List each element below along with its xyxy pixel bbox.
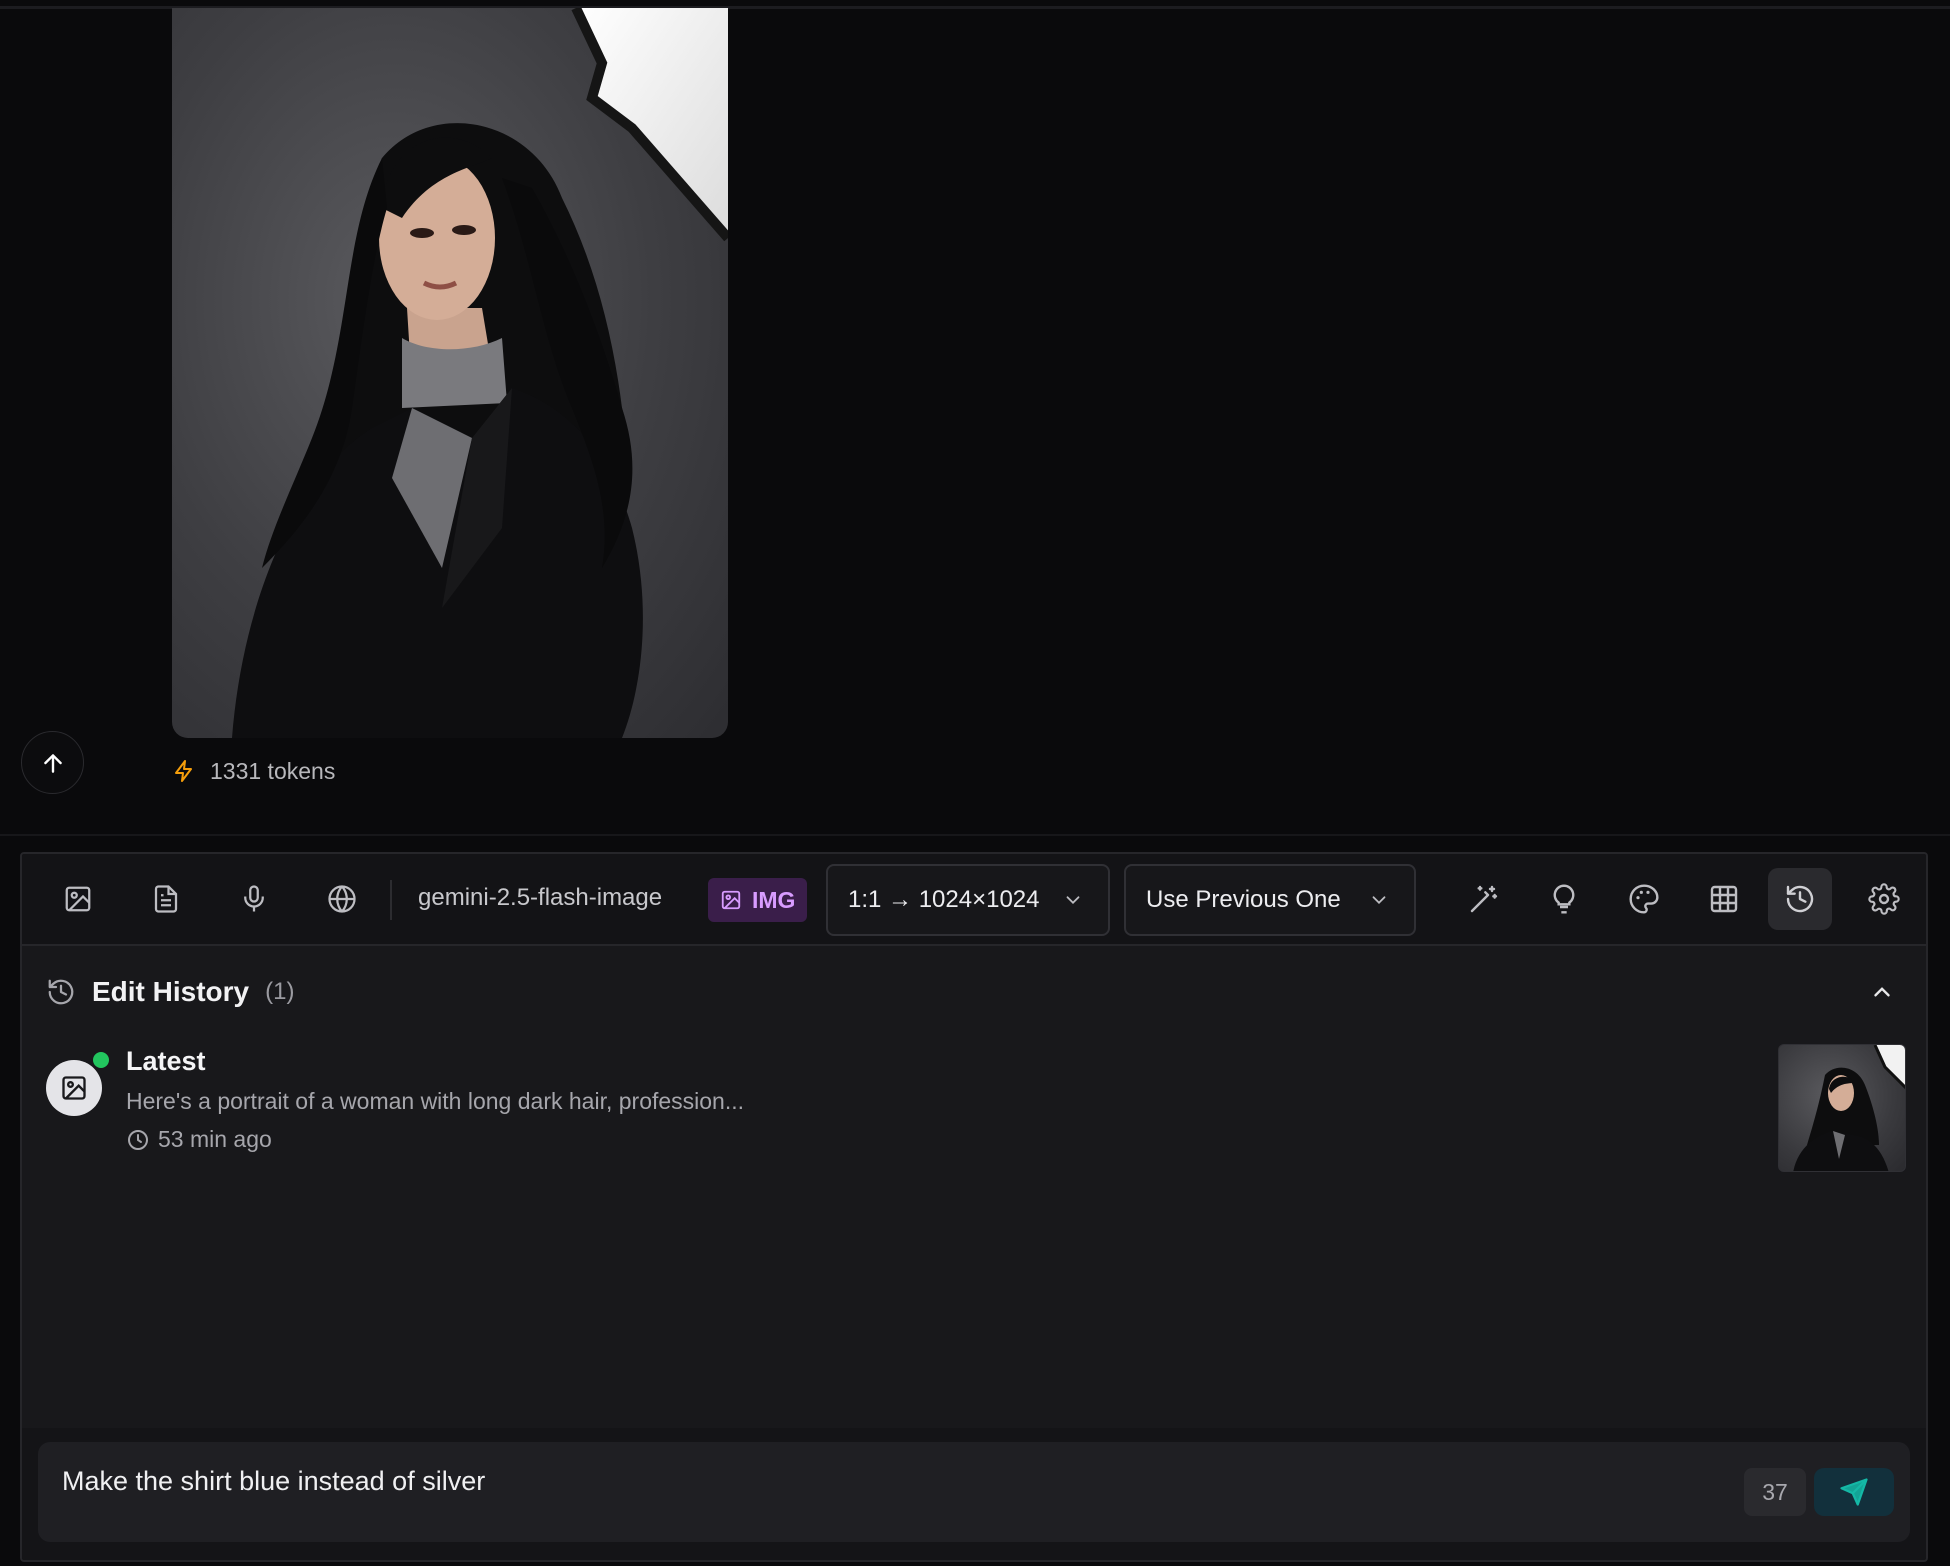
collapse-history-button[interactable] — [1864, 974, 1900, 1010]
style-button[interactable] — [1618, 873, 1670, 925]
aspect-ratio-value: 1:1 → 1024×1024 — [848, 886, 1040, 913]
composer-toolbar: gemini-2.5-flash-image IMG 1:1 → 1024×10… — [22, 854, 1926, 946]
edit-history-button[interactable] — [1768, 868, 1832, 930]
arrow-up-icon — [43, 753, 62, 773]
grid-icon — [1710, 885, 1738, 913]
settings-button[interactable] — [1858, 873, 1910, 925]
prompt-input-text[interactable]: Make the shirt blue instead of silver — [62, 1466, 485, 1497]
attach-image-button[interactable] — [52, 873, 104, 925]
voice-input-button[interactable] — [228, 873, 280, 925]
image-model-badge: IMG — [708, 878, 808, 922]
reference-image-select[interactable]: Use Previous One — [1124, 864, 1416, 936]
palette-icon — [1629, 884, 1659, 914]
token-count: 1331 tokens — [210, 757, 336, 784]
prompt-input-area: Make the shirt blue instead of silver 37 — [22, 1428, 1926, 1560]
history-item-time: 53 min ago — [126, 1126, 272, 1153]
portrait-illustration — [232, 8, 728, 738]
history-item-description: Here's a portrait of a woman with long d… — [126, 1088, 745, 1114]
composer-panel: gemini-2.5-flash-image IMG 1:1 → 1024×10… — [20, 852, 1928, 1562]
history-icon — [1786, 885, 1814, 913]
chevron-down-icon — [1066, 896, 1080, 905]
aspect-ratio-select[interactable]: 1:1 → 1024×1024 — [826, 864, 1110, 936]
history-item-thumbnail[interactable] — [1778, 1044, 1906, 1172]
grid-button[interactable] — [1698, 873, 1750, 925]
image-icon — [62, 1076, 86, 1100]
section-divider — [0, 834, 1950, 836]
character-count: 37 — [1744, 1468, 1806, 1516]
toolbar-separator — [390, 880, 392, 920]
edit-history-header[interactable]: Edit History (1) — [46, 972, 294, 1012]
web-search-button[interactable] — [316, 873, 368, 925]
send-button[interactable] — [1814, 1468, 1894, 1516]
status-dot — [93, 1052, 109, 1068]
clock-icon — [128, 1129, 148, 1150]
token-usage: 1331 tokens — [172, 756, 335, 786]
model-name[interactable]: gemini-2.5-flash-image — [418, 884, 662, 912]
enhance-prompt-button[interactable] — [1458, 873, 1510, 925]
microphone-icon — [244, 885, 264, 912]
globe-icon — [328, 885, 356, 913]
history-item-time-label: 53 min ago — [158, 1126, 272, 1152]
ideas-button[interactable] — [1538, 873, 1590, 925]
reference-image-value: Use Previous One — [1146, 886, 1341, 913]
magic-wand-icon — [1470, 885, 1498, 913]
history-icon — [48, 979, 74, 1005]
thumbnail-portrait — [1793, 1045, 1905, 1171]
history-item[interactable]: Latest Here's a portrait of a woman with… — [46, 1044, 1906, 1174]
image-icon — [65, 886, 91, 912]
generated-image[interactable] — [172, 8, 728, 738]
prompt-input[interactable]: Make the shirt blue instead of silver 37 — [38, 1442, 1910, 1542]
lightbulb-icon — [1553, 884, 1575, 914]
edit-history-title: Edit History — [92, 976, 250, 1007]
attach-document-button[interactable] — [140, 873, 192, 925]
document-icon — [154, 885, 178, 913]
scroll-to-top-button[interactable] — [21, 731, 84, 794]
lightning-icon — [175, 760, 192, 782]
history-item-avatar — [46, 1060, 102, 1116]
badge-label: IMG — [752, 886, 796, 913]
chevron-down-icon — [1372, 896, 1386, 905]
gear-icon — [1868, 883, 1900, 915]
send-icon — [1840, 1478, 1868, 1506]
history-item-title: Latest — [126, 1046, 206, 1076]
chevron-up-icon — [1874, 987, 1890, 997]
edit-history-count: (1) — [265, 978, 295, 1005]
image-icon — [721, 890, 741, 910]
